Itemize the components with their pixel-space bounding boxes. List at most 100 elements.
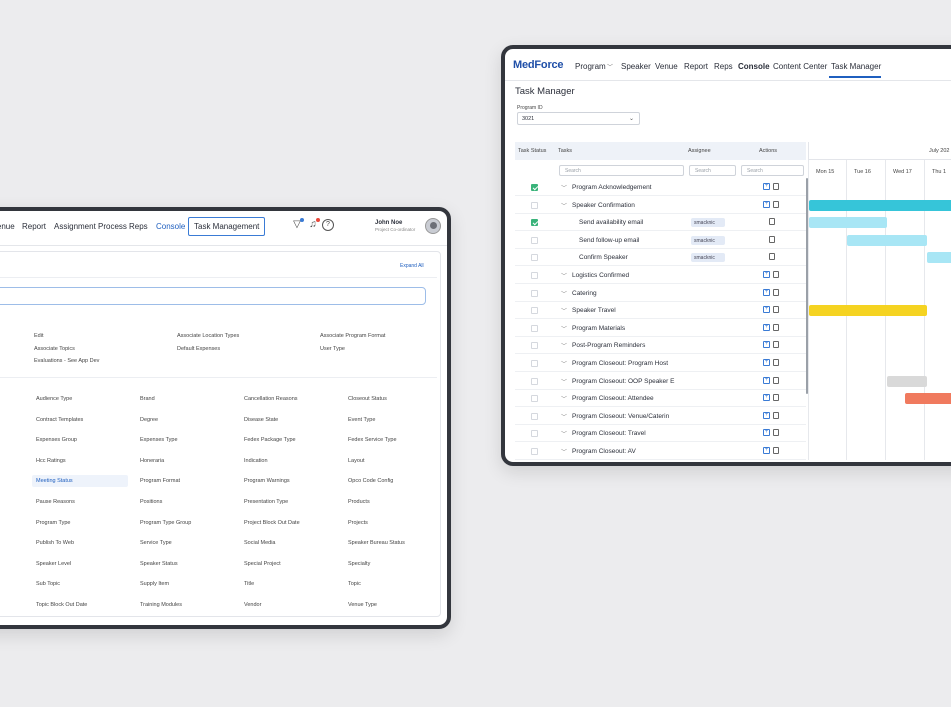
lookup-item[interactable]: Indication: [240, 455, 272, 467]
copy-icon[interactable]: [773, 323, 779, 331]
copy-icon[interactable]: [773, 200, 779, 208]
column-assignee[interactable]: Assignee: [688, 148, 711, 154]
lookup-item[interactable]: Speaker Level: [32, 558, 75, 570]
lookup-item[interactable]: Topic Block Out Date: [32, 599, 91, 611]
copy-icon[interactable]: [773, 341, 779, 349]
add-subtask-icon[interactable]: +: [763, 323, 770, 331]
top-item[interactable]: Associate Program Format: [320, 333, 385, 339]
chevron-down-icon[interactable]: ﹀: [561, 341, 567, 350]
nav-item-reps[interactable]: Reps: [129, 222, 148, 231]
lookup-item[interactable]: Expenses Group: [32, 434, 81, 446]
nav-item-report[interactable]: Report: [684, 62, 708, 71]
tasks-search-input[interactable]: Search: [559, 165, 684, 176]
actions-search-input[interactable]: Search: [741, 165, 804, 176]
console-search-input[interactable]: [0, 287, 426, 305]
copy-icon[interactable]: [773, 359, 779, 366]
lookup-item[interactable]: Contract Templates: [32, 414, 87, 426]
bell-icon[interactable]: ♫: [307, 218, 320, 231]
lookup-item[interactable]: Cancellation Reasons: [240, 393, 302, 405]
nav-item-report[interactable]: Report: [22, 222, 46, 231]
task-status-checkbox[interactable]: [531, 430, 538, 438]
lookup-item[interactable]: Fedex Service Type: [344, 434, 401, 446]
add-subtask-icon[interactable]: +: [763, 200, 770, 208]
assignee-badge[interactable]: smacknic: [691, 235, 725, 245]
add-subtask-icon[interactable]: +: [763, 341, 770, 349]
lookup-item[interactable]: Expenses Type: [136, 434, 182, 446]
copy-icon[interactable]: [773, 411, 779, 419]
chevron-down-icon[interactable]: ﹀: [607, 62, 613, 71]
nav-item-console[interactable]: Console: [156, 222, 185, 231]
lookup-item[interactable]: Presentation Type: [240, 496, 292, 508]
task-status-checkbox[interactable]: [531, 412, 538, 420]
task-name[interactable]: Speaker Confirmation: [572, 202, 635, 209]
lookup-item[interactable]: Pause Reasons: [32, 496, 79, 508]
copy-icon[interactable]: [773, 447, 779, 454]
chevron-down-icon[interactable]: ﹀: [561, 412, 567, 421]
task-status-checkbox[interactable]: [531, 201, 538, 209]
chevron-down-icon[interactable]: ﹀: [561, 429, 567, 438]
nav-item-venue[interactable]: Venue: [0, 222, 15, 231]
assignee-search-input[interactable]: Search: [689, 165, 736, 176]
task-name[interactable]: Program Closeout: Travel: [572, 430, 646, 437]
lookup-item[interactable]: Program Type Group: [136, 517, 195, 529]
task-name[interactable]: Confirm Speaker: [579, 254, 628, 261]
task-status-checkbox[interactable]: [531, 236, 538, 244]
copy-icon[interactable]: [773, 288, 779, 296]
task-name[interactable]: Speaker Travel: [572, 307, 616, 314]
chevron-down-icon[interactable]: ﹀: [561, 271, 567, 280]
top-item[interactable]: Default Expenses: [177, 346, 220, 352]
table-row[interactable]: [515, 232, 806, 249]
lookup-item[interactable]: Projects: [344, 517, 372, 529]
lookup-item[interactable]: Closeout Status: [344, 393, 391, 405]
lookup-item[interactable]: Opco Code Config: [344, 475, 397, 487]
expand-all-link[interactable]: Expand All: [400, 263, 424, 269]
add-subtask-icon[interactable]: +: [763, 429, 770, 437]
lookup-item[interactable]: Meeting Status: [32, 475, 128, 488]
lookup-item[interactable]: Program Type: [32, 517, 74, 529]
copy-icon[interactable]: [773, 183, 779, 190]
column-task-status[interactable]: Task Status: [518, 148, 546, 154]
lookup-item[interactable]: Social Media: [240, 537, 280, 549]
column-tasks[interactable]: Tasks: [558, 148, 572, 154]
table-row[interactable]: [515, 249, 806, 267]
nav-item-task-manager[interactable]: Task Manager: [831, 62, 881, 71]
table-row[interactable]: [515, 214, 806, 232]
assignee-badge[interactable]: smacknic: [691, 218, 725, 228]
add-subtask-icon[interactable]: +: [763, 306, 770, 314]
lookup-item[interactable]: Vendor: [240, 599, 265, 611]
add-subtask-icon[interactable]: +: [763, 447, 770, 454]
task-name[interactable]: Catering: [572, 290, 597, 297]
copy-icon[interactable]: [769, 235, 775, 243]
task-name[interactable]: Send availability email: [579, 219, 643, 226]
task-status-checkbox[interactable]: [531, 395, 538, 403]
copy-icon[interactable]: [773, 306, 779, 314]
chevron-down-icon[interactable]: ﹀: [561, 306, 567, 315]
task-status-checkbox[interactable]: [531, 307, 538, 315]
task-name[interactable]: Program Materials: [572, 325, 625, 332]
lookup-item[interactable]: Program Warnings: [240, 475, 294, 487]
copy-icon[interactable]: [769, 218, 775, 226]
nav-item-program[interactable]: Program: [575, 62, 606, 71]
task-status-checkbox[interactable]: [531, 254, 538, 262]
nav-item-console[interactable]: Console: [738, 62, 770, 71]
lookup-item[interactable]: Venue Type: [344, 599, 381, 611]
lookup-item[interactable]: Training Modules: [136, 599, 186, 611]
lookup-item[interactable]: Brand: [136, 393, 159, 405]
nav-item-assignment-process[interactable]: Assignment Process: [54, 222, 127, 231]
top-item[interactable]: Associate Topics: [34, 346, 75, 352]
lookup-item[interactable]: Supply Item: [136, 578, 173, 590]
task-status-checkbox[interactable]: [531, 324, 538, 332]
chevron-down-icon[interactable]: ﹀: [561, 447, 567, 456]
task-status-checkbox[interactable]: [531, 272, 538, 279]
task-name[interactable]: Send follow-up email: [579, 237, 639, 244]
lookup-item[interactable]: Sub Topic: [32, 578, 64, 590]
add-subtask-icon[interactable]: +: [763, 376, 770, 384]
lookup-item[interactable]: Speaker Status: [136, 558, 182, 570]
task-status-checkbox[interactable]: [531, 377, 538, 385]
gantt-bar[interactable]: [809, 199, 951, 211]
gantt-bar[interactable]: [927, 252, 951, 264]
task-status-checkbox[interactable]: [531, 448, 538, 455]
chevron-down-icon[interactable]: ﹀: [561, 394, 567, 403]
help-icon[interactable]: ?: [322, 219, 334, 231]
top-item[interactable]: Associate Location Types: [177, 333, 239, 339]
